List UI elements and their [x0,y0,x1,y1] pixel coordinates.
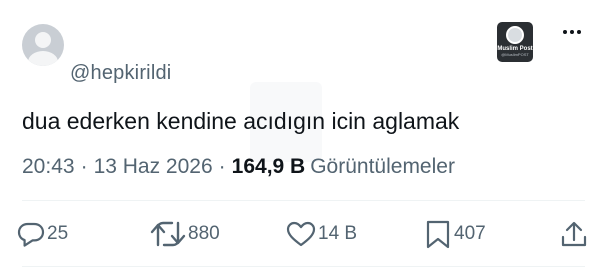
user-handle[interactable]: @hepkirildi [70,62,171,85]
bookmark-count: 407 [454,223,486,244]
bottom-divider [22,266,585,267]
tweet-meta: 20:43 · 13 Haz 2026 · 164,9 B Görüntülem… [22,155,455,179]
tweet-text: dua ederken kendine acıdıgın icin aglama… [22,108,460,134]
dot [563,30,567,34]
tweet-card: @hepkirildi Muslim Post @MuslimPOST dua … [0,0,607,268]
dot [570,30,574,34]
heart-icon [286,221,316,247]
bookmark-icon [426,220,450,249]
divider [22,200,585,201]
post-date[interactable]: 13 Haz 2026 [94,155,213,179]
action-bar: 25 880 14 B 407 [0,214,607,254]
logo-tag: @MuslimPOST [501,52,529,57]
reply-button[interactable]: 25 [17,218,68,250]
avatar-head [35,32,51,48]
views-count: 164,9 B [231,155,306,178]
reply-count: 25 [47,223,69,244]
meta-separator: · [218,155,226,178]
share-icon [561,221,587,247]
meta-separator: · [80,155,88,178]
more-options-icon[interactable] [557,22,587,42]
repost-count: 880 [188,223,220,244]
repost-button[interactable]: 880 [150,218,220,250]
dot [577,30,581,34]
like-count: 14 B [318,223,358,244]
avatar[interactable] [22,24,64,66]
bookmark-button[interactable]: 407 [424,218,486,250]
views-label: Görüntülemeler [310,155,455,178]
muslim-post-logo: Muslim Post @MuslimPOST [497,22,533,62]
repost-icon [150,221,186,247]
like-button[interactable]: 14 B [286,218,357,250]
reply-icon [17,222,45,247]
logo-portrait [506,26,524,44]
share-button[interactable] [560,218,588,250]
post-time[interactable]: 20:43 [22,155,75,179]
avatar-body [28,51,58,66]
